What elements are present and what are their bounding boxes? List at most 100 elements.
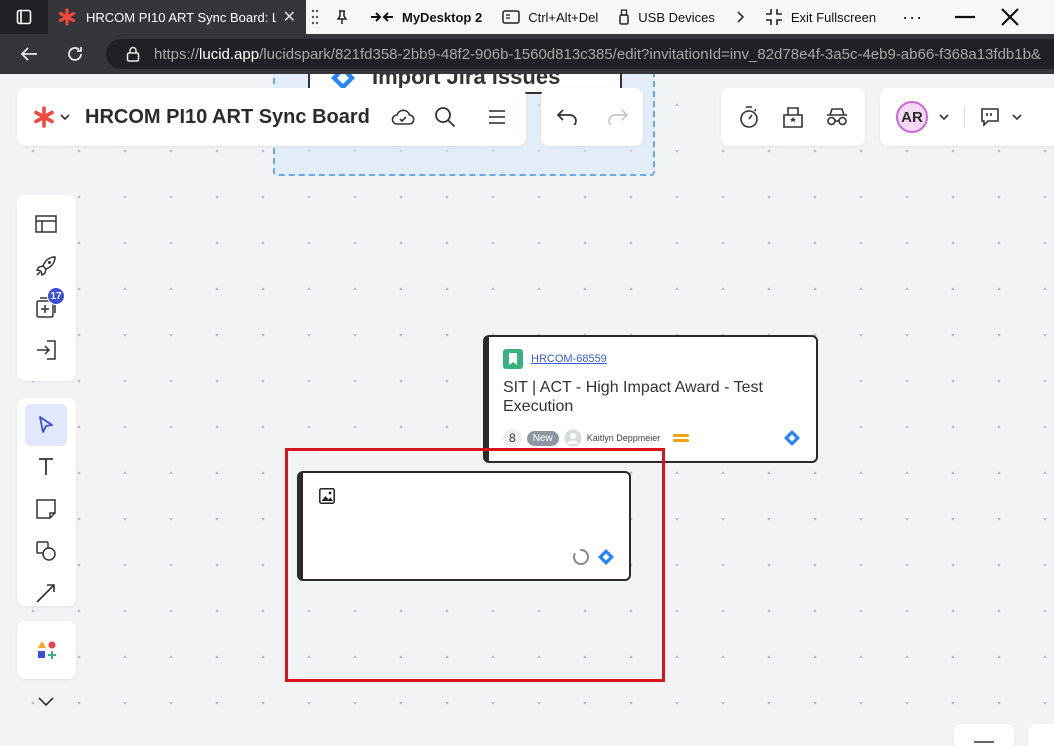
timer-icon: [740, 106, 758, 128]
undo-button[interactable]: [546, 96, 588, 138]
reload-icon: [68, 47, 82, 61]
arrows-inward-icon: [371, 12, 393, 22]
exit-fullscreen-label: Exit Fullscreen: [790, 9, 877, 25]
ctrl-alt-del-button[interactable]: Ctrl+Alt+Del: [492, 0, 608, 34]
arrow-line-icon: [36, 584, 55, 603]
hamburger-menu-icon: [488, 110, 505, 124]
board-header-panel: HRCOM PI10 ART Sync Board: [17, 88, 526, 146]
panels-button[interactable]: [25, 203, 67, 245]
redo-button[interactable]: [597, 96, 639, 138]
menu-button[interactable]: [476, 96, 518, 138]
browser-address-bar: https://lucid.app/lucidspark/821fd358-2b…: [0, 34, 1054, 74]
templates-badge: 17: [47, 287, 65, 305]
pin-icon: [336, 10, 348, 24]
lock-icon[interactable]: [126, 46, 140, 62]
more-button[interactable]: ···: [892, 0, 933, 34]
cloud-check-icon: [391, 109, 415, 125]
text-tool[interactable]: [25, 446, 67, 488]
url-field[interactable]: https://lucid.app/lucidspark/821fd358-2b…: [106, 39, 1054, 69]
status-badge: New: [526, 430, 559, 446]
browser-tab-active[interactable]: HRCOM PI10 ART Sync Board: Lucid ✕: [48, 0, 306, 34]
lucid-menu-button[interactable]: [33, 106, 71, 128]
tab-close-icon[interactable]: ✕: [283, 7, 296, 27]
bottom-right-panel[interactable]: [954, 724, 1014, 746]
toolbar-expand-button[interactable]: [25, 680, 67, 722]
tab-actions-button[interactable]: [0, 0, 48, 34]
select-tool[interactable]: [25, 404, 67, 446]
ctrl-alt-del-label: Ctrl+Alt+Del: [528, 9, 599, 25]
layout-icon: [35, 215, 57, 233]
lucid-favicon-icon: [58, 8, 76, 26]
board-canvas[interactable]: Import Jira issues HRCOM PI10 ART Sync B…: [4, 74, 1054, 746]
assignee-avatar-icon: [564, 429, 582, 447]
session-switch-button[interactable]: MyDesktop 2: [360, 0, 492, 34]
import-jira-label: Import Jira issues: [372, 74, 561, 89]
chevron-down-icon[interactable]: [1011, 112, 1023, 122]
arrow-left-icon: [20, 47, 37, 61]
cursor-arrow-icon: [39, 416, 53, 433]
usb-expand-button[interactable]: [725, 0, 755, 34]
divider: [964, 106, 965, 128]
cloud-save-button[interactable]: [382, 96, 424, 138]
exit-fullscreen-button[interactable]: Exit Fullscreen: [755, 0, 886, 34]
shape-library-button[interactable]: [26, 629, 68, 671]
minimize-icon: [955, 15, 976, 19]
quick-start-button[interactable]: [25, 245, 67, 287]
shapes-icon: [36, 541, 56, 561]
board-title[interactable]: HRCOM PI10 ART Sync Board: [85, 106, 370, 129]
sticky-note-tool[interactable]: [25, 488, 67, 530]
bottom-right-panel-2[interactable]: [1028, 724, 1054, 746]
undo-redo-panel: [541, 88, 643, 146]
minimize-button[interactable]: [945, 0, 985, 34]
templates-button[interactable]: 17: [25, 287, 67, 329]
shapes-tool[interactable]: [25, 530, 67, 572]
chevron-down-icon[interactable]: [938, 112, 950, 122]
shape-library-icon: [37, 641, 56, 659]
usb-icon: [619, 9, 630, 25]
back-button[interactable]: [6, 34, 52, 74]
more-icon: ···: [902, 6, 924, 27]
url-text: https://lucid.app/lucidspark/821fd358-2b…: [154, 45, 1041, 63]
jira-issue-title: SIT | ACT - High Impact Award - Test Exe…: [503, 379, 763, 415]
jira-logo-icon: [331, 74, 355, 88]
reload-button[interactable]: [52, 34, 98, 74]
left-toolbar: [17, 398, 76, 606]
close-icon: [1001, 8, 1019, 26]
list-icon: [974, 741, 994, 743]
usb-devices-button[interactable]: USB Devices: [608, 0, 725, 34]
text-icon: [39, 458, 53, 475]
redo-icon: [607, 109, 628, 125]
assignee-name: Kaitlyn Deppmeier: [586, 433, 661, 443]
sticky-note-icon: [36, 499, 56, 519]
keyboard-icon: [502, 10, 520, 24]
comments-button[interactable]: [969, 96, 1011, 138]
import-arrow-icon: [37, 340, 56, 360]
drag-handle-icon[interactable]: [306, 0, 324, 34]
search-icon: [434, 107, 456, 128]
timer-button[interactable]: [728, 96, 770, 138]
private-mode-button[interactable]: [816, 96, 858, 138]
story-bookmark-icon: [503, 349, 523, 369]
comment-quote-icon: [981, 108, 999, 127]
user-panel: AR: [880, 88, 1054, 146]
line-tool[interactable]: [25, 572, 67, 614]
jira-issue-card[interactable]: HRCOM-68559 SIT | ACT - High Impact Awar…: [483, 335, 818, 463]
user-avatar[interactable]: AR: [896, 101, 928, 133]
voting-button[interactable]: [772, 96, 814, 138]
chevron-right-icon: [737, 11, 744, 23]
jira-issue-key[interactable]: HRCOM-68559: [531, 353, 607, 365]
pin-button[interactable]: [324, 0, 360, 34]
jira-card-footer: 8 New Kaitlyn Deppmeier: [503, 429, 802, 447]
chevron-down-icon: [60, 114, 70, 121]
usb-devices-label: USB Devices: [638, 9, 715, 25]
shape-library-panel: [17, 621, 76, 679]
import-button[interactable]: [25, 329, 67, 371]
session-name: MyDesktop 2: [402, 9, 483, 25]
undo-icon: [556, 109, 577, 125]
chevron-down-icon: [38, 697, 54, 707]
close-button[interactable]: [991, 0, 1029, 34]
collaboration-tools-panel: [721, 88, 865, 146]
search-button[interactable]: [424, 96, 466, 138]
story-points: 8: [503, 429, 522, 447]
jira-diamond-icon: [784, 430, 800, 446]
